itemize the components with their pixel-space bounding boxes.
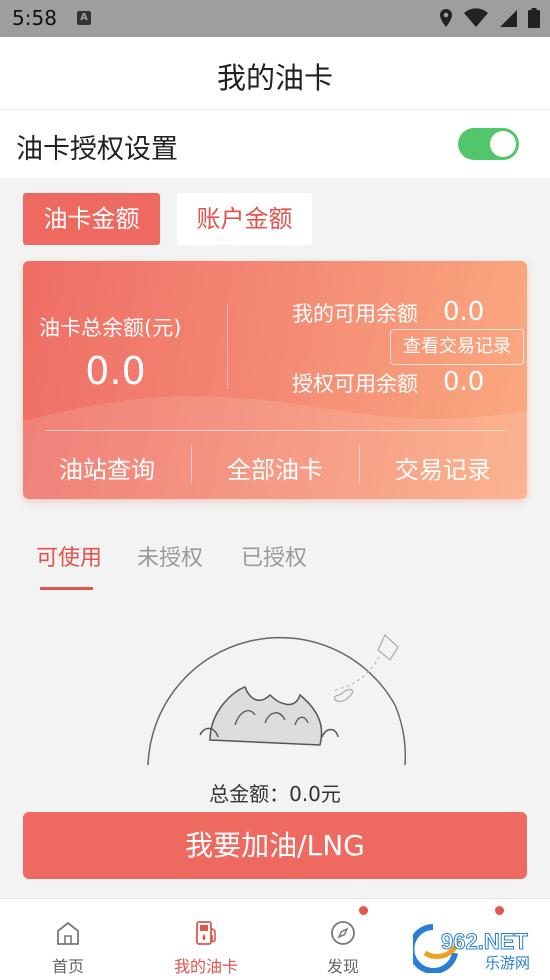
- nav-my-card-label: 我的油卡: [173, 957, 238, 976]
- nav-my-card[interactable]: 我的油卡: [151, 899, 261, 980]
- auth-setting-label: 油卡授权设置: [16, 134, 178, 165]
- title-bar: 我的油卡: [0, 37, 550, 110]
- profile-notification-dot: [495, 906, 504, 915]
- card-horizontal-divider: [45, 430, 505, 431]
- nav-home[interactable]: 首页: [13, 899, 123, 980]
- transaction-records-button[interactable]: 交易记录: [359, 450, 527, 485]
- subtab-unauthorized[interactable]: 未授权: [137, 540, 203, 572]
- balance-card: 油卡总余额(元) 0.0 我的可用余额 0.0 查看交易记录 授权可用余额 0.…: [23, 261, 527, 499]
- all-cards-button[interactable]: 全部油卡: [191, 450, 359, 485]
- compass-icon: [331, 921, 355, 945]
- tab-card-amount[interactable]: 油卡金额: [23, 193, 160, 245]
- discover-notification-dot: [359, 906, 368, 915]
- home-icon: [57, 922, 79, 945]
- total-balance-value: 0.0: [85, 349, 146, 393]
- station-search-button[interactable]: 油站查询: [23, 450, 191, 485]
- refuel-button[interactable]: 我要加油/LNG: [23, 812, 527, 879]
- signal-icon: [500, 10, 517, 27]
- battery-icon: [528, 8, 540, 28]
- available-balance-value: 0.0: [443, 297, 485, 327]
- status-time: 5:58: [12, 6, 57, 30]
- page-title: 我的油卡: [216, 61, 333, 95]
- available-balance-label: 我的可用余额: [292, 302, 418, 326]
- wifi-icon: [464, 8, 488, 27]
- authorized-balance-label: 授权可用余额: [292, 372, 418, 396]
- nav-discover-label: 发现: [326, 957, 359, 976]
- card-vertical-divider: [227, 305, 228, 389]
- watermark-subtext: 乐游网: [485, 954, 530, 972]
- location-icon: [440, 9, 452, 27]
- total-balance-label: 油卡总余额(元): [39, 316, 182, 340]
- auth-toggle[interactable]: [458, 128, 519, 160]
- notification-a-icon: A: [77, 11, 91, 25]
- subtab-indicator: [40, 587, 93, 590]
- subtab-usable[interactable]: 可使用: [36, 540, 102, 572]
- nav-home-label: 首页: [51, 957, 84, 976]
- system-icons: [438, 8, 540, 28]
- authorized-balance-value: 0.0: [443, 367, 485, 397]
- empty-state-illustration: [147, 634, 407, 766]
- site-watermark-logo: 962.NET 乐游网: [413, 924, 530, 973]
- tab-account-amount[interactable]: 账户金额: [177, 193, 312, 245]
- nav-discover[interactable]: 发现: [288, 899, 398, 980]
- fuel-pump-icon: [196, 921, 216, 945]
- toggle-knob: [490, 131, 516, 157]
- status-bar: 5:58 A: [0, 0, 550, 37]
- watermark-text: 962.NET: [441, 929, 528, 954]
- total-amount-text: 总金额：0.0元: [209, 782, 341, 806]
- view-transactions-button[interactable]: 查看交易记录: [390, 329, 524, 365]
- subtab-authorized[interactable]: 已授权: [241, 540, 307, 572]
